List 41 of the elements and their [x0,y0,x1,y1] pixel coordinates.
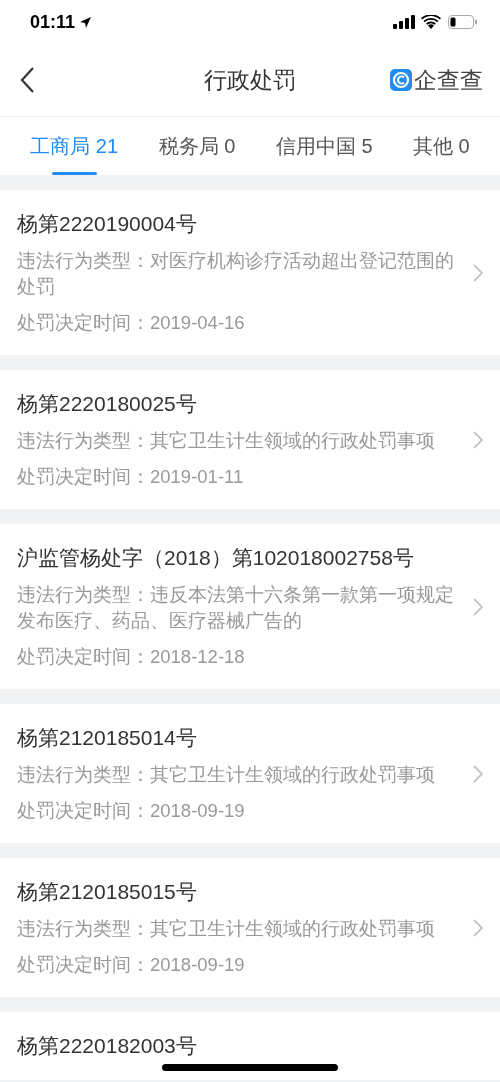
location-arrow-icon [79,15,93,29]
category-tab[interactable]: 工商局 21 [30,117,119,175]
record-title: 杨第2120185015号 [17,879,198,905]
penalty-record-card[interactable]: 杨第2220182003号 [0,1012,500,1080]
violation-type: 违法行为类型：其它卫生计生领域的行政处罚事项 [17,429,436,453]
category-tab[interactable]: 信用中国 5 [275,117,373,175]
category-tab[interactable]: 税务局 0 [158,117,236,175]
decision-date: 处罚决定时间：2019-01-11 [17,465,245,489]
brand-name: 企查查 [414,65,483,95]
violation-type: 违法行为类型：其它卫生计生领域的行政处罚事项 [17,917,436,941]
chevron-right-icon [473,430,483,449]
chevron-right-icon [473,597,483,616]
penalty-record-card[interactable]: 杨第2120185014号 违法行为类型：其它卫生计生领域的行政处罚事项 处罚决定时间：2018-09-19 [0,704,500,843]
decision-date: 处罚决定时间：2018-12-18 [17,645,246,669]
penalty-record-card[interactable]: 杨第2220190004号 违法行为类型：对医疗机构诊疗活动超出登记范围的处罚 处罚决定时间：2019-04-16 [0,190,500,355]
chevron-right-icon [473,263,483,282]
chevron-right-icon [473,764,483,783]
decision-date: 处罚决定时间：2018-09-19 [17,799,246,823]
violation-type: 违法行为类型：对医疗机构诊疗活动超出登记范围的处罚 [17,249,455,299]
decision-date: 处罚决定时间：2018-09-19 [17,953,246,977]
category-tab[interactable]: 其他 0 [413,117,470,175]
signal-icon [393,15,415,29]
record-title: 杨第2220182003号 [17,1033,198,1059]
record-title: 沪监管杨处字（2018）第102018002758号 [17,545,415,571]
clock-time: 01:11 [30,11,76,33]
record-title: 杨第2220190004号 [17,211,198,237]
chevron-right-icon [473,918,483,937]
penalty-record-card[interactable]: 杨第2220180025号 违法行为类型：其它卫生计生领域的行政处罚事项 处罚决定时间：2019-01-11 [0,370,500,509]
record-title: 杨第2220180025号 [17,391,198,417]
decision-date: 处罚决定时间：2019-04-16 [17,311,246,335]
record-title: 杨第2120185014号 [17,725,198,751]
page-title: 行政处罚 [204,65,296,95]
battery-icon [448,15,478,29]
violation-type: 违法行为类型：违反本法第十六条第一款第一项规定发布医疗、药品、医疗器械广告的 [17,583,455,633]
wifi-icon [421,15,441,29]
violation-type: 违法行为类型：其它卫生计生领域的行政处罚事项 [17,763,436,787]
back-button[interactable] [20,66,36,94]
brand-logo-icon [390,69,412,91]
penalty-record-card[interactable]: 杨第2120185015号 违法行为类型：其它卫生计生领域的行政处罚事项 处罚决定时间：2018-09-19 [0,858,500,997]
penalty-record-card[interactable]: 沪监管杨处字（2018）第102018002758号 违法行为类型：违反本法第十六条第一款第一项规定发布医疗、药品、医疗器械广告的 处罚决定时间：2018-12-18 [0,524,500,689]
active-tab-indicator [52,172,98,175]
